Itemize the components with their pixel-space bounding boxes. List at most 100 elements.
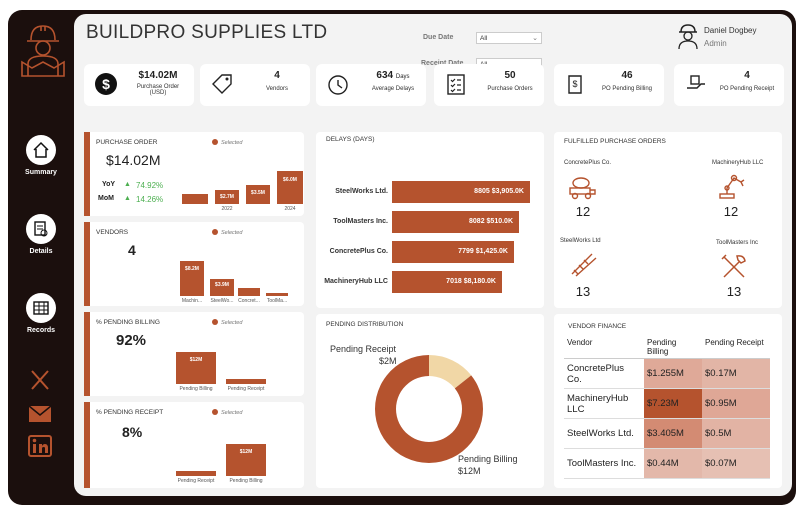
- kpi-vendors-value: 4: [274, 70, 280, 81]
- kpi-purchase-order: $ $14.02M Purchase Order (USD): [84, 64, 194, 106]
- vendor-bar: $8.2M: [180, 261, 204, 296]
- po-bar: $6.0M: [277, 171, 303, 204]
- receipt-cell: $0.17M: [702, 358, 770, 389]
- sidebar: Summary Details Records: [8, 10, 74, 505]
- builder-logo-icon: [21, 25, 65, 77]
- delay-bar: 7799 $1,425.0K: [392, 241, 514, 263]
- vendor-bar-label: $3.9M: [215, 282, 229, 288]
- po-bar-label: $6.0M: [283, 177, 297, 183]
- chevron-down-icon: ⌄: [532, 35, 538, 42]
- table-row[interactable]: MachineryHub LLC $7.23M $0.95M: [564, 388, 770, 419]
- vendor-category-label: Machin...: [181, 298, 203, 304]
- kpi-po-pending-billing-label: PO Pending Billing: [601, 86, 653, 92]
- selected-legend: Selected: [212, 319, 242, 326]
- pending-distribution-title: PENDING DISTRIBUTION: [326, 321, 404, 328]
- user-name: Daniel Dogbey: [704, 26, 757, 35]
- mail-icon[interactable]: [28, 403, 52, 425]
- concrete-mixer-icon: [569, 177, 596, 200]
- billing-cell: $3.405M: [644, 418, 702, 449]
- vendor-finance-table: Vendor Pending Billing Pending Receipt C…: [564, 336, 770, 479]
- card-accent: [84, 402, 90, 488]
- donut-receipt-label: Pending Receipt: [330, 344, 397, 354]
- svg-text:$: $: [572, 79, 577, 89]
- delay-category-label: ConcretePlus Co.: [329, 248, 388, 255]
- billing-cell: $0.44M: [644, 448, 702, 479]
- po-bar-label: $3.5M: [251, 190, 265, 196]
- selected-legend: Selected: [212, 139, 242, 146]
- year-label: 2022: [221, 206, 233, 212]
- fulfilled-count: 12: [723, 204, 739, 219]
- pending-receipt-bar: [226, 379, 266, 384]
- vendor-cell: SteelWorks Ltd.: [564, 418, 644, 449]
- fulfilled-po-card: FULFILLED PURCHASE ORDERS ConcretePlus C…: [554, 132, 782, 308]
- kpi-po-pending-receipt-value: 4: [744, 70, 750, 81]
- kpi-delays-label: Average Delays: [371, 86, 415, 92]
- vendor-cell: MachineryHub LLC: [564, 388, 644, 419]
- pending-receipt-card[interactable]: % PENDING RECEIPT Selected 8% $12M Pendi…: [84, 402, 304, 488]
- category-label: Pending Billing: [179, 386, 213, 392]
- linkedin-icon[interactable]: [28, 435, 52, 457]
- x-twitter-icon[interactable]: [28, 369, 52, 391]
- category-label: Pending Receipt: [227, 386, 265, 392]
- vendor-finance-card: VENDOR FINANCE Vendor Pending Billing Pe…: [554, 314, 782, 488]
- delay-bar: 8082 $510.0K: [392, 211, 519, 233]
- kpi-delays-number: 634: [376, 70, 394, 81]
- nav-records-label: Records: [26, 327, 55, 334]
- pending-billing-card[interactable]: % PENDING BILLING Selected 92% $12M Pend…: [84, 312, 304, 396]
- nav-records[interactable]: Records: [8, 293, 74, 334]
- pending-distribution-card: PENDING DISTRIBUTION Pending Receipt $2M…: [316, 314, 544, 488]
- nav-summary-label: Summary: [25, 169, 57, 176]
- table-row[interactable]: SteelWorks Ltd. $3.405M $0.5M: [564, 418, 770, 449]
- nav-summary[interactable]: Summary: [8, 135, 74, 176]
- kpi-purchase-orders: 50 Purchase Orders: [434, 64, 544, 106]
- user-avatar-icon: [678, 24, 698, 50]
- table-row[interactable]: ConcretePlus Co. $1.255M $0.17M: [564, 358, 770, 389]
- column-header[interactable]: Pending Billing: [644, 336, 702, 359]
- kpi-po-pending-billing-value: 46: [621, 70, 633, 81]
- user-role: Admin: [704, 39, 727, 48]
- category-label: Pending Receipt: [177, 478, 215, 484]
- kpi-vendors-label: Vendors: [265, 86, 289, 92]
- svg-text:$: $: [102, 76, 110, 92]
- purchase-order-title: PURCHASE ORDER: [96, 139, 158, 146]
- due-date-value: All: [480, 35, 488, 42]
- column-header[interactable]: Vendor: [564, 336, 644, 359]
- vendors-card[interactable]: VENDORS Selected 4 $8.2M $3.9M Machin...…: [84, 222, 304, 306]
- column-header[interactable]: Pending Receipt: [702, 336, 770, 359]
- vendor-category-label: ToolMa...: [266, 298, 288, 304]
- kpi-purchase-orders-label: Purchase Orders: [487, 86, 533, 92]
- selected-legend: Selected: [212, 409, 242, 416]
- nav-details-label: Details: [29, 248, 53, 255]
- table-row[interactable]: ToolMasters Inc. $0.44M $0.07M: [564, 448, 770, 479]
- nav-details[interactable]: Details: [8, 214, 74, 255]
- kpi-po-pending-receipt-label: PO Pending Receipt: [719, 86, 775, 92]
- pending-receipt-title: % PENDING RECEIPT: [96, 409, 164, 416]
- vendor-bar: $3.9M: [210, 279, 234, 296]
- clock-icon: [328, 75, 348, 95]
- checklist-icon: [447, 74, 465, 95]
- pending-billing-title: % PENDING BILLING: [96, 319, 160, 326]
- user-profile[interactable]: Daniel Dogbey Admin: [676, 22, 776, 54]
- page-title: BUILDPRO SUPPLIES LTD: [86, 22, 328, 43]
- purchase-order-card[interactable]: PURCHASE ORDER Selected $14.02M YoY ▲ 74…: [84, 132, 304, 216]
- robot-arm-icon: [719, 174, 745, 199]
- kpi-delays-value: 634 Days: [364, 70, 422, 81]
- fulfilled-vendor-name: ConcretePlus Co.: [564, 160, 612, 166]
- pending-billing-bar-label: $12M: [189, 357, 203, 363]
- vendor-category-label: Concret...: [238, 298, 260, 304]
- donut-receipt-value: $2M: [379, 356, 397, 366]
- delays-card: DELAYS (DAYS) SteelWorks Ltd. 8805 $3,905…: [316, 132, 544, 308]
- fulfilled-count: 13: [575, 284, 591, 299]
- receipt-delivery-icon: [687, 75, 705, 89]
- due-date-select[interactable]: All ⌄: [476, 32, 542, 44]
- vendor-category-label: SteelWo...: [210, 298, 234, 304]
- arrow-up-icon: ▲: [124, 195, 131, 202]
- kpi-vendors: 4 Vendors: [200, 64, 310, 106]
- kpi-po-pending-billing: $ 46 PO Pending Billing: [554, 64, 664, 106]
- vendors-title: VENDORS: [96, 229, 129, 236]
- dollar-icon: $: [95, 73, 117, 95]
- delay-category-label: MachineryHub LLC: [324, 278, 388, 285]
- table-header-row: Vendor Pending Billing Pending Receipt: [564, 336, 770, 359]
- steel-beams-icon: [571, 253, 597, 277]
- purchase-order-value: $14.02M: [106, 152, 161, 168]
